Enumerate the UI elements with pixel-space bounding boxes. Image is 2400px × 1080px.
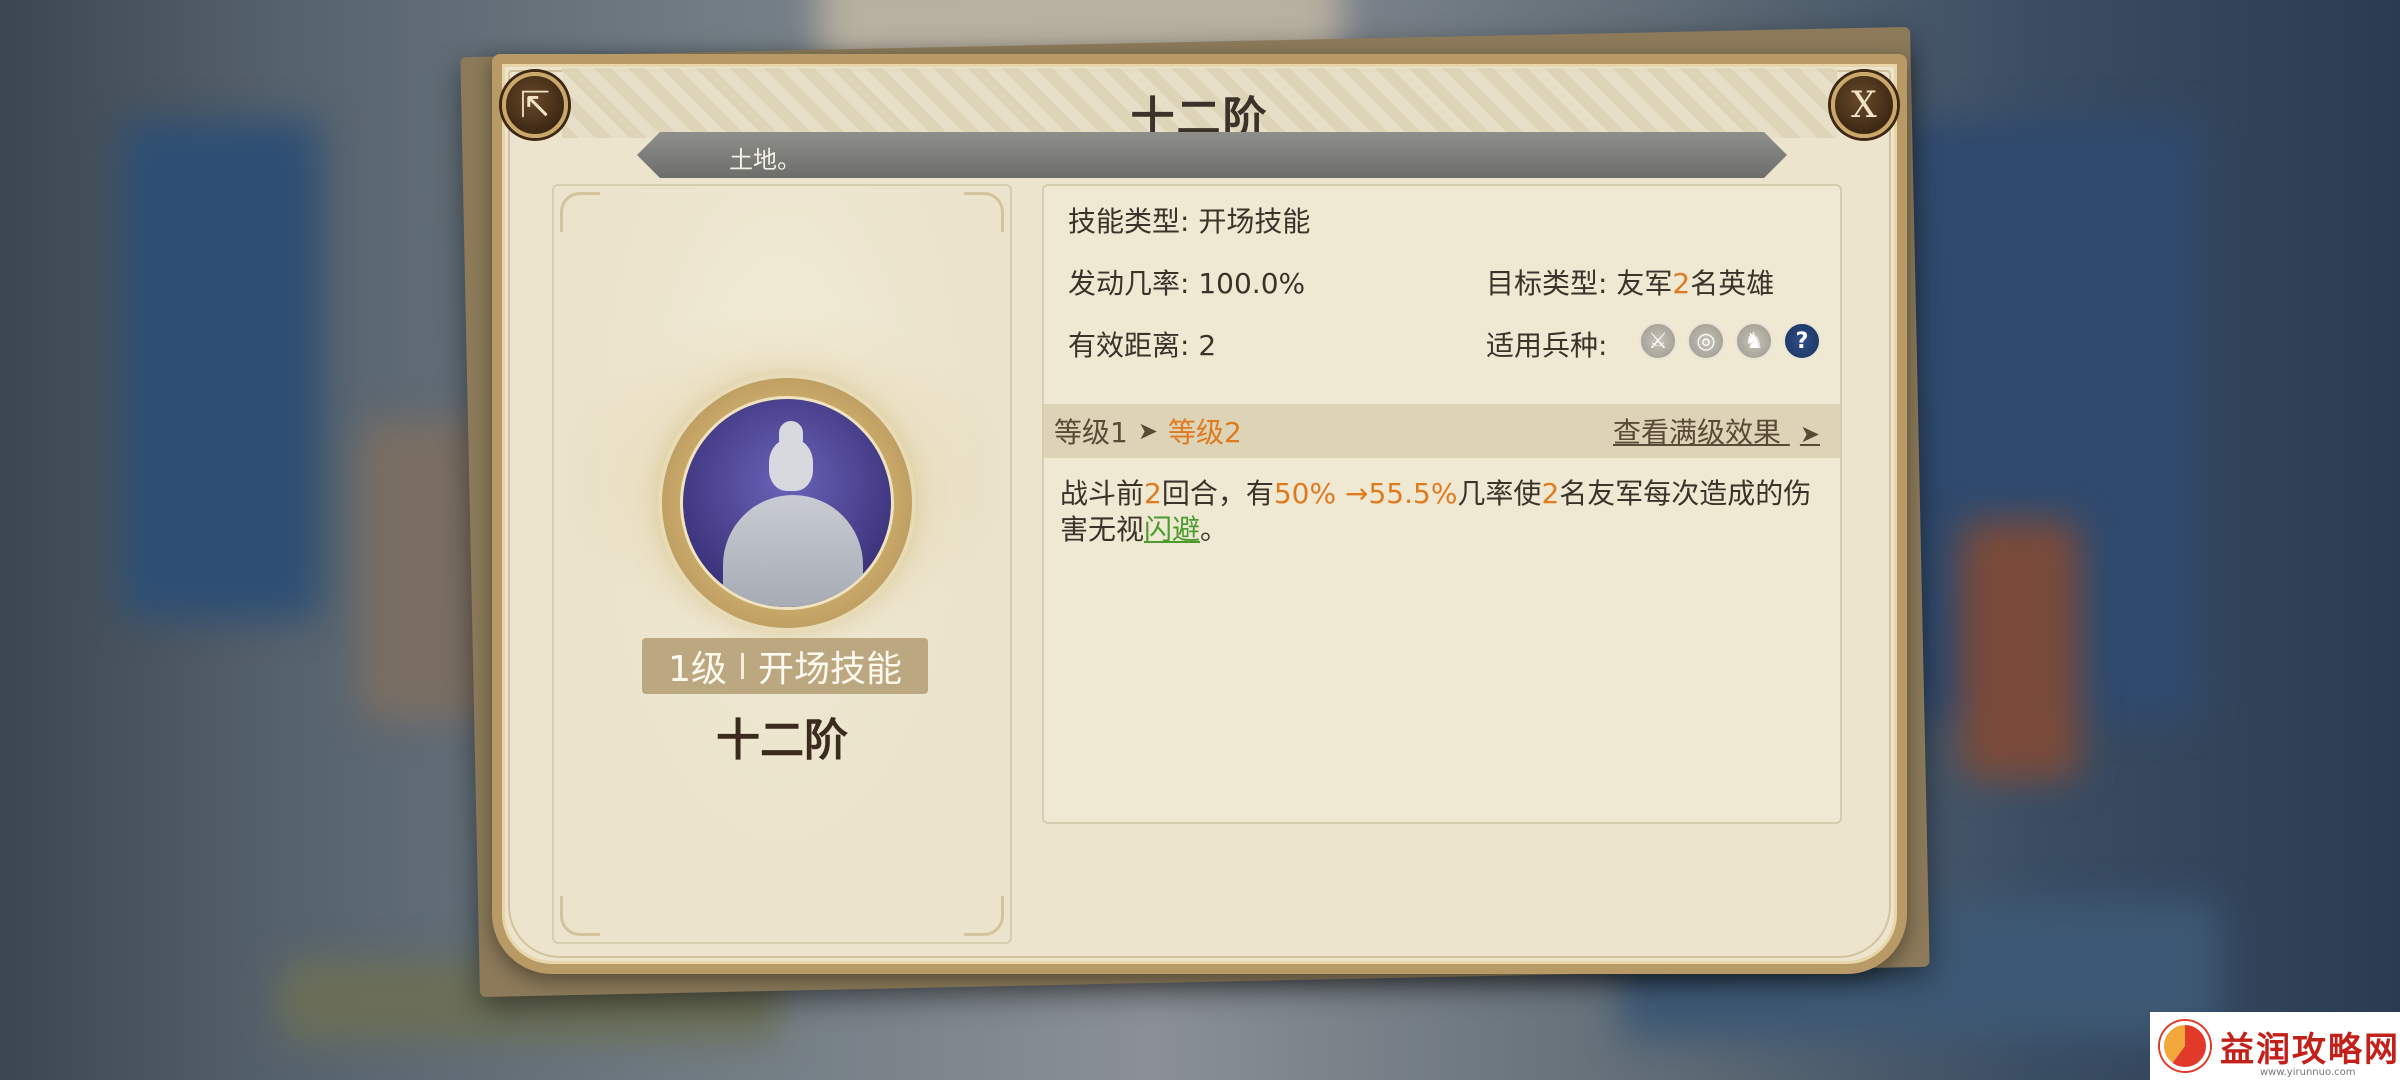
skill-level: 1级 [668, 649, 727, 690]
current-level: 等级1 [1054, 416, 1128, 449]
sword-icon[interactable]: ⚔ [1639, 322, 1677, 360]
skill-type-stat: 技能类型: 开场技能 [1068, 205, 1311, 238]
subtitle-ribbon: 土地。 [637, 132, 1787, 178]
skill-info-panel: 技能类型: 开场技能 发动几率: 100.0% 目标类型: 友军2名英雄 有效距… [1042, 184, 1842, 824]
bow-target-icon[interactable]: ◎ [1687, 322, 1725, 360]
target-type-stat: 目标类型: 友军2名英雄 [1486, 267, 1775, 300]
corner-ornament [964, 896, 1004, 936]
cavalry-horse-icon[interactable]: ♞ [1735, 322, 1773, 360]
skill-portrait-frame [662, 378, 912, 628]
chevron-right-icon: ➤ [1799, 420, 1820, 448]
troop-type-icons: ⚔ ◎ ♞ ? [1639, 322, 1821, 360]
share-button[interactable]: ⇱ [502, 72, 568, 138]
watermark-logo [2160, 1021, 2210, 1071]
site-watermark: 益润攻略网 www.yirunnuo.com [2150, 1012, 2400, 1080]
trigger-rate-stat: 发动几率: 100.0% [1068, 267, 1306, 300]
evasion-keyword-link[interactable]: 闪避 [1144, 513, 1200, 546]
corner-ornament [560, 896, 600, 936]
skill-portrait-panel: 1级 开场技能 十二阶 [552, 184, 1014, 944]
skill-detail-dialog: 十二阶 土地。 ⇱ X 1级 开场技能 十二阶 技能类型: 开场技能 发动几率:… [492, 54, 1907, 974]
skill-name: 十二阶 [716, 715, 848, 766]
question-icon[interactable]: ? [1783, 322, 1821, 360]
skill-description: 战斗前2回合，有50% →55.5%几率使2名友军每次造成的伤害无视闪避。 [1060, 477, 1812, 546]
level-comparison-bar: 等级1 ➤ 等级2 查看满级效果 ➤ [1044, 404, 1840, 458]
range-stat: 有效距离: 2 [1068, 329, 1217, 362]
corner-ornament [964, 192, 1004, 232]
troop-type-label: 适用兵种: [1486, 329, 1608, 362]
skill-level-badge: 1级 开场技能 [642, 638, 928, 694]
watermark-text: 益润攻略网 [2220, 1029, 2400, 1070]
level-arrow-icon: ➤ [1137, 417, 1158, 445]
next-level: 等级2 [1167, 416, 1242, 449]
skill-type-badge: 开场技能 [757, 649, 902, 690]
corner-ornament [560, 192, 600, 232]
close-icon: X [1851, 84, 1877, 126]
ribbon-text: 土地。 [729, 146, 801, 174]
view-max-level-link[interactable]: 查看满级效果 ➤ [1613, 411, 1830, 451]
watermark-url: www.yirunnuo.com [2260, 1067, 2356, 1078]
close-button[interactable]: X [1831, 72, 1897, 138]
scholar-statue-portrait [680, 396, 894, 610]
share-icon: ⇱ [519, 84, 551, 126]
badge-divider [740, 653, 744, 679]
